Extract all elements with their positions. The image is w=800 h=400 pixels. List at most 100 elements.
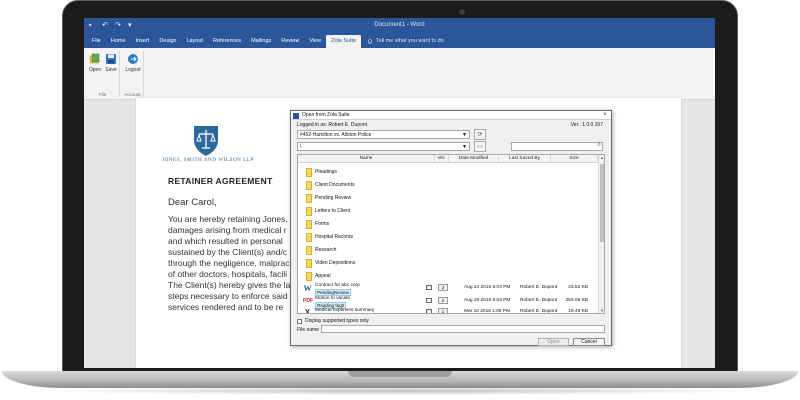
matter-select-value: #452-Hamilton vs. Allston Police — [300, 132, 372, 138]
folder-row[interactable]: Video Depositions — [298, 257, 598, 270]
folder-icon — [306, 220, 312, 229]
search-input[interactable]: ⌕ — [511, 142, 603, 151]
path-input[interactable]: \ ▼ — [297, 142, 470, 151]
email-icon[interactable] — [426, 309, 432, 313]
folder-name: Forms — [315, 221, 330, 227]
search-icon: ⌕ — [597, 142, 601, 148]
tab-references[interactable]: References — [208, 35, 246, 48]
column-header-date-modified[interactable]: Date Modified — [449, 155, 499, 163]
file-date: Mar 10 2016 1:05 PM — [464, 309, 511, 314]
file-saved-by: Robert E. Dupont — [520, 285, 558, 290]
refresh-button[interactable]: ⟳ — [474, 129, 486, 140]
version-button[interactable]: 2 — [438, 297, 448, 304]
screen: ▪ ↶ ↷ ▾ Document1 - Word File Home Inser… — [84, 18, 715, 368]
ribbon-group-label-account: Account — [124, 92, 141, 97]
file-name: Motion to vacate — [315, 296, 351, 301]
file-size: 23.52 KB — [568, 285, 588, 290]
ribbon: Open Save File Logout Account — [84, 48, 715, 100]
laptop-shadow — [40, 387, 760, 395]
word-file-icon: W — [303, 284, 312, 293]
list-scrollbar[interactable]: ▲ ▼ — [598, 155, 604, 313]
version-button[interactable]: 1 — [438, 308, 448, 313]
version-button[interactable]: 2 — [438, 284, 448, 291]
folder-row[interactable]: Hospital Records — [298, 231, 598, 244]
matter-select[interactable]: #452-Hamilton vs. Allston Police ▼ — [297, 130, 470, 139]
logout-icon — [127, 53, 139, 65]
pdf-file-icon: PDF — [303, 298, 313, 304]
chevron-down-icon: ▼ — [462, 132, 467, 138]
file-size: 19.49 KB — [568, 309, 588, 314]
tab-design[interactable]: Design — [154, 35, 181, 48]
email-icon[interactable] — [426, 285, 432, 290]
folder-row[interactable]: Research — [298, 244, 598, 257]
open-button-label: Open — [88, 67, 102, 73]
file-saved-by: Robert E. Dupont — [520, 298, 558, 303]
column-header-version[interactable]: Ver. — [435, 155, 449, 163]
firm-name: JONES, SMITH AND WILSON LLP — [162, 158, 254, 163]
tab-zola-suite[interactable]: Zola Suite — [326, 35, 361, 48]
file-name: Contract for abc corp — [315, 283, 360, 288]
folder-row[interactable]: Pleadings — [298, 166, 598, 179]
scroll-down-icon[interactable]: ▼ — [599, 308, 604, 313]
folder-up-icon: ▭ — [477, 144, 483, 150]
logout-button-label: Logout — [125, 67, 141, 73]
document-heading: RETAINER AGREEMENT — [168, 176, 273, 186]
version-text: Ver.: 1.0.0.157 — [570, 122, 603, 128]
display-supported-option[interactable]: Display supported types only — [297, 318, 369, 324]
window-title: Document1 - Word — [374, 22, 425, 28]
file-row[interactable]: W Contract for abc corp PendingReview 2 … — [298, 282, 598, 296]
folder-row[interactable]: Client Documents — [298, 179, 598, 192]
file-row[interactable]: X Medical expenses summary 1 Mar 10 2016… — [298, 306, 598, 314]
document-salutation: Dear Carol, — [168, 197, 217, 208]
file-name-input[interactable] — [321, 325, 605, 333]
scrollbar-thumb[interactable] — [600, 164, 604, 242]
file-name-label: File name — [297, 327, 319, 333]
tab-layout[interactable]: Layout — [181, 35, 208, 48]
tab-insert[interactable]: Insert — [131, 35, 155, 48]
file-date: Aug 24 2016 6:04 PM — [464, 285, 511, 290]
up-folder-button[interactable]: ▭ — [474, 141, 486, 152]
file-name: Medical expenses summary — [315, 308, 375, 313]
display-supported-checkbox[interactable] — [297, 318, 302, 324]
laptop-notch — [348, 371, 452, 377]
folder-name: Client Documents — [315, 182, 355, 188]
email-icon[interactable] — [426, 298, 432, 303]
folder-name: Hospital Records — [315, 234, 354, 240]
title-bar: ▪ ↶ ↷ ▾ Document1 - Word — [84, 18, 715, 34]
tell-me-box[interactable]: Tell me what you want to do — [361, 35, 444, 48]
tab-view[interactable]: View — [304, 35, 326, 48]
ribbon-group-account: Logout Account — [122, 51, 144, 97]
tell-me-text: Tell me what you want to do — [375, 38, 444, 44]
folder-icon — [306, 207, 312, 216]
close-icon[interactable]: × — [601, 111, 609, 120]
folder-icon — [306, 194, 312, 203]
open-icon — [89, 53, 101, 65]
column-header-last-saved-by[interactable]: Last Saved By — [499, 155, 551, 163]
folder-icon — [306, 246, 312, 255]
open-dialog-button[interactable]: Open — [538, 338, 569, 346]
folder-icon — [306, 233, 312, 242]
scroll-up-icon[interactable]: ▲ — [599, 155, 604, 160]
column-header-name[interactable]: Name — [298, 155, 435, 163]
logout-button[interactable]: Logout — [124, 53, 142, 73]
column-header-size[interactable]: Size — [551, 155, 598, 163]
tab-home[interactable]: Home — [106, 35, 131, 48]
file-list: Name Ver. Date Modified Last Saved By Si… — [297, 154, 605, 314]
tab-mailings[interactable]: Mailings — [246, 35, 276, 48]
file-date: Aug 29 2016 6:03 PM — [464, 298, 511, 303]
folder-icon — [306, 168, 312, 177]
tab-file[interactable]: File — [87, 35, 106, 48]
excel-file-icon: X — [304, 308, 311, 314]
dialog-title-bar: Open from Zola Suite × — [291, 111, 611, 120]
folder-name: Video Depositions — [315, 260, 356, 266]
open-dialog: Open from Zola Suite × Logged in as: Rob… — [290, 110, 612, 346]
tab-review[interactable]: Review — [276, 35, 304, 48]
cancel-button[interactable]: Cancel — [573, 338, 605, 346]
file-saved-by: Robert E. Dupont — [520, 309, 558, 314]
folder-row[interactable]: Pending Review — [298, 192, 598, 205]
path-input-value: \ — [300, 144, 302, 150]
save-button[interactable]: Save — [102, 53, 120, 73]
folder-row[interactable]: Forms — [298, 218, 598, 231]
ribbon-group-file: Open Save File — [86, 51, 120, 97]
folder-row[interactable]: Letters to Client — [298, 205, 598, 218]
